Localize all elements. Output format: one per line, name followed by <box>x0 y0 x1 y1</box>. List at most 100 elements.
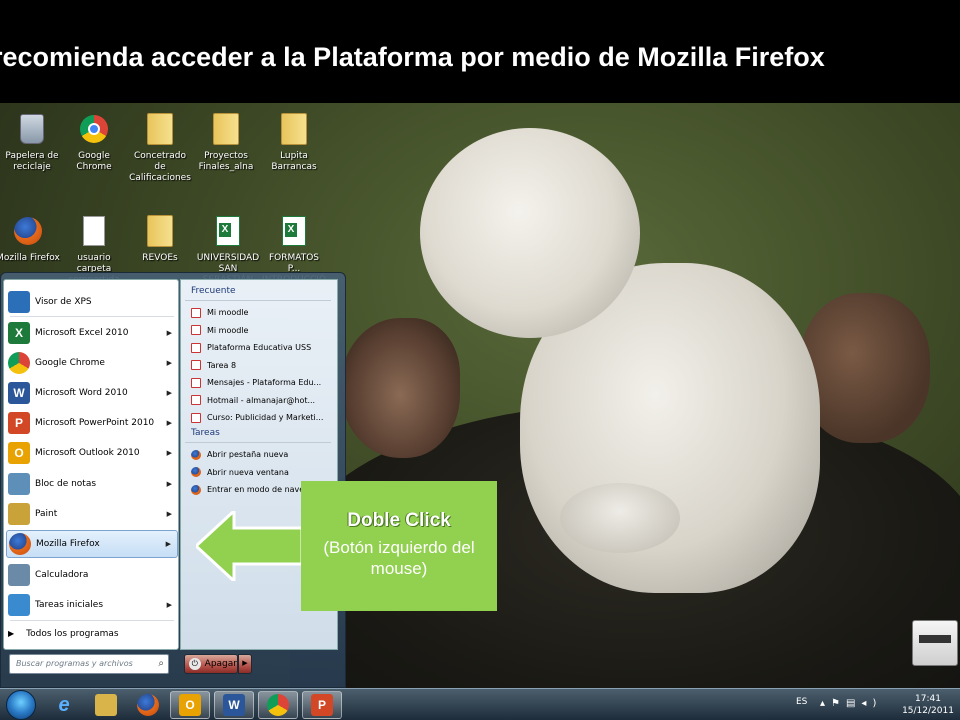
taskbar-button[interactable] <box>86 691 126 719</box>
firefox-icon <box>191 484 201 495</box>
jump-list-item[interactable]: Curso: Publicidad y Marketi... <box>191 409 336 426</box>
jump-list-header-frequent: Frecuente <box>191 286 236 296</box>
word-icon: W <box>223 694 245 716</box>
start-button[interactable] <box>6 690 36 720</box>
start-menu-item[interactable]: Tareas iniciales ▶ <box>6 591 178 619</box>
start-menu-item[interactable]: W Microsoft Word 2010 ▶ <box>6 379 178 407</box>
desktop-icon-label: Google Chrome <box>76 151 112 172</box>
page-icon <box>191 412 201 423</box>
taskbar-button[interactable]: e <box>44 691 84 719</box>
outlook-icon: O <box>8 442 30 464</box>
jump-list-item-label: Curso: Publicidad y Marketi... <box>207 413 324 422</box>
jump-list-header-tasks: Tareas <box>191 428 220 438</box>
submenu-arrow-icon[interactable]: ▶ <box>167 329 172 337</box>
paint-icon <box>8 503 30 525</box>
desktop-icon-label: Proyectos Finales_alna <box>198 151 254 172</box>
jump-list-item[interactable]: Hotmail - almanajar@hot... <box>191 392 336 409</box>
start-menu-item[interactable]: P Microsoft PowerPoint 2010 ▶ <box>6 409 178 437</box>
search-icon: ⌕ <box>158 658 164 669</box>
firefox-icon <box>191 449 201 460</box>
expand-arrow-icon: ▶ <box>8 629 15 638</box>
firefox-icon <box>14 217 42 245</box>
submenu-arrow-icon[interactable]: ▶ <box>166 540 171 548</box>
taskbar-button[interactable] <box>128 691 168 719</box>
desktop-icon-revoes[interactable]: REVOEs <box>128 213 192 264</box>
start-menu-item[interactable]: Visor de XPS <box>6 288 178 316</box>
start-menu-item[interactable]: Google Chrome ▶ <box>6 349 178 377</box>
clock-time: 17:41 <box>915 694 941 704</box>
submenu-arrow-icon[interactable]: ▶ <box>167 359 172 367</box>
start-menu-programs-pane: Visor de XPS X Microsoft Excel 2010 ▶ Google… <box>3 279 179 650</box>
internet-explorer-icon: e <box>58 693 70 716</box>
start-menu-item[interactable]: X Microsoft Excel 2010 ▶ <box>6 319 178 347</box>
callout-box: Doble Click (Botón izquierdo del mouse) <box>301 481 497 611</box>
start-menu-item[interactable]: Bloc de notas ▶ <box>6 470 178 498</box>
jump-list-item[interactable]: Mi moodle <box>191 304 336 321</box>
start-menu-item-label: Microsoft Excel 2010 <box>35 328 129 338</box>
start-menu-item[interactable]: Mozilla Firefox ▶ <box>6 530 178 558</box>
jump-list-item-label: Hotmail - almanajar@hot... <box>207 395 316 405</box>
jump-list-task[interactable]: Abrir pestaña nueva <box>191 446 336 463</box>
separator <box>10 316 174 317</box>
firefox-icon <box>137 694 159 716</box>
submenu-arrow-icon[interactable]: ▶ <box>167 480 172 488</box>
page-icon <box>191 307 201 318</box>
separator <box>10 620 174 621</box>
jump-list-item[interactable]: Plataforma Educativa USS <box>191 339 336 356</box>
start-menu: Visor de XPS X Microsoft Excel 2010 ▶ Google… <box>0 272 346 688</box>
search-placeholder: Buscar programas y archivos <box>16 659 133 668</box>
all-programs-label: Todos los programas <box>26 629 119 639</box>
desktop-icon-firefox[interactable]: Mozilla Firefox <box>0 213 60 264</box>
start-menu-item-label: Calculadora <box>35 570 89 580</box>
desktop-icon-concetrado[interactable]: Concetrado de Calificaciones <box>128 111 192 184</box>
system-tray-icons[interactable]: ▴⚑▤◂) <box>820 698 882 709</box>
jump-list-item[interactable]: Tarea 8 <box>191 357 336 374</box>
submenu-arrow-icon[interactable]: ▶ <box>167 601 172 609</box>
start-menu-item-label: Bloc de notas <box>35 479 97 489</box>
jump-list-task[interactable]: Abrir nueva ventana <box>191 464 336 481</box>
wallpaper-tiger-head <box>420 128 640 338</box>
shutdown-label: Apagar <box>204 659 237 669</box>
chrome-icon <box>80 115 108 143</box>
wallpaper-chimp-face <box>340 318 460 458</box>
submenu-arrow-icon[interactable]: ▶ <box>167 449 172 457</box>
separator <box>185 300 331 301</box>
start-menu-item-label: Mozilla Firefox <box>36 539 100 549</box>
submenu-arrow-icon[interactable]: ▶ <box>167 510 172 518</box>
calculator-icon <box>8 564 30 586</box>
jump-list-item[interactable]: Mi moodle <box>191 322 336 339</box>
start-menu-item-label: Visor de XPS <box>35 297 92 307</box>
folder-icon <box>147 215 173 247</box>
start-menu-item[interactable]: Paint ▶ <box>6 500 178 528</box>
powerpoint-icon: P <box>311 694 333 716</box>
start-menu-item-label: Microsoft Word 2010 <box>35 388 128 398</box>
separator <box>185 442 331 443</box>
wallpaper-tiger-paw <box>560 483 680 553</box>
chrome-icon <box>8 352 30 374</box>
powerpoint-icon: P <box>8 412 30 434</box>
taskbar-button[interactable]: O <box>170 691 210 719</box>
page-icon <box>191 377 201 388</box>
start-menu-item[interactable]: O Microsoft Outlook 2010 ▶ <box>6 439 178 467</box>
getting-started-icon <box>8 594 30 616</box>
all-programs-button[interactable]: ▶ Todos los programas <box>8 629 119 639</box>
submenu-arrow-icon[interactable]: ▶ <box>167 419 172 427</box>
desktop-icon-chrome[interactable]: Google Chrome <box>62 111 126 173</box>
submenu-arrow-icon[interactable]: ▶ <box>167 389 172 397</box>
jump-list-item[interactable]: Mensajes - Plataforma Edu... <box>191 374 336 391</box>
start-search-input[interactable]: Buscar programas y archivos ⌕ <box>9 654 169 674</box>
desktop-icon-lupita[interactable]: Lupita Barrancas <box>262 111 326 173</box>
power-icon: ⏻ <box>189 658 201 670</box>
clock[interactable]: 17:41 15/12/2011 <box>902 693 954 717</box>
taskbar-button[interactable] <box>258 691 298 719</box>
start-menu-item[interactable]: Calculadora <box>6 561 178 589</box>
shutdown-options-button[interactable]: ▶ <box>238 654 252 674</box>
shutdown-button[interactable]: ⏻ Apagar <box>184 654 238 674</box>
desktop-icon-proyectos[interactable]: Proyectos Finales_alna <box>194 111 258 173</box>
taskbar-button[interactable]: W <box>214 691 254 719</box>
desktop-icon-recycle-bin[interactable]: Papelera de reciclaje <box>0 111 64 173</box>
start-menu-item-label: Microsoft Outlook 2010 <box>35 448 140 458</box>
taskbar-button[interactable]: P <box>302 691 342 719</box>
language-indicator[interactable]: ES <box>796 697 807 707</box>
page-icon <box>191 360 201 370</box>
